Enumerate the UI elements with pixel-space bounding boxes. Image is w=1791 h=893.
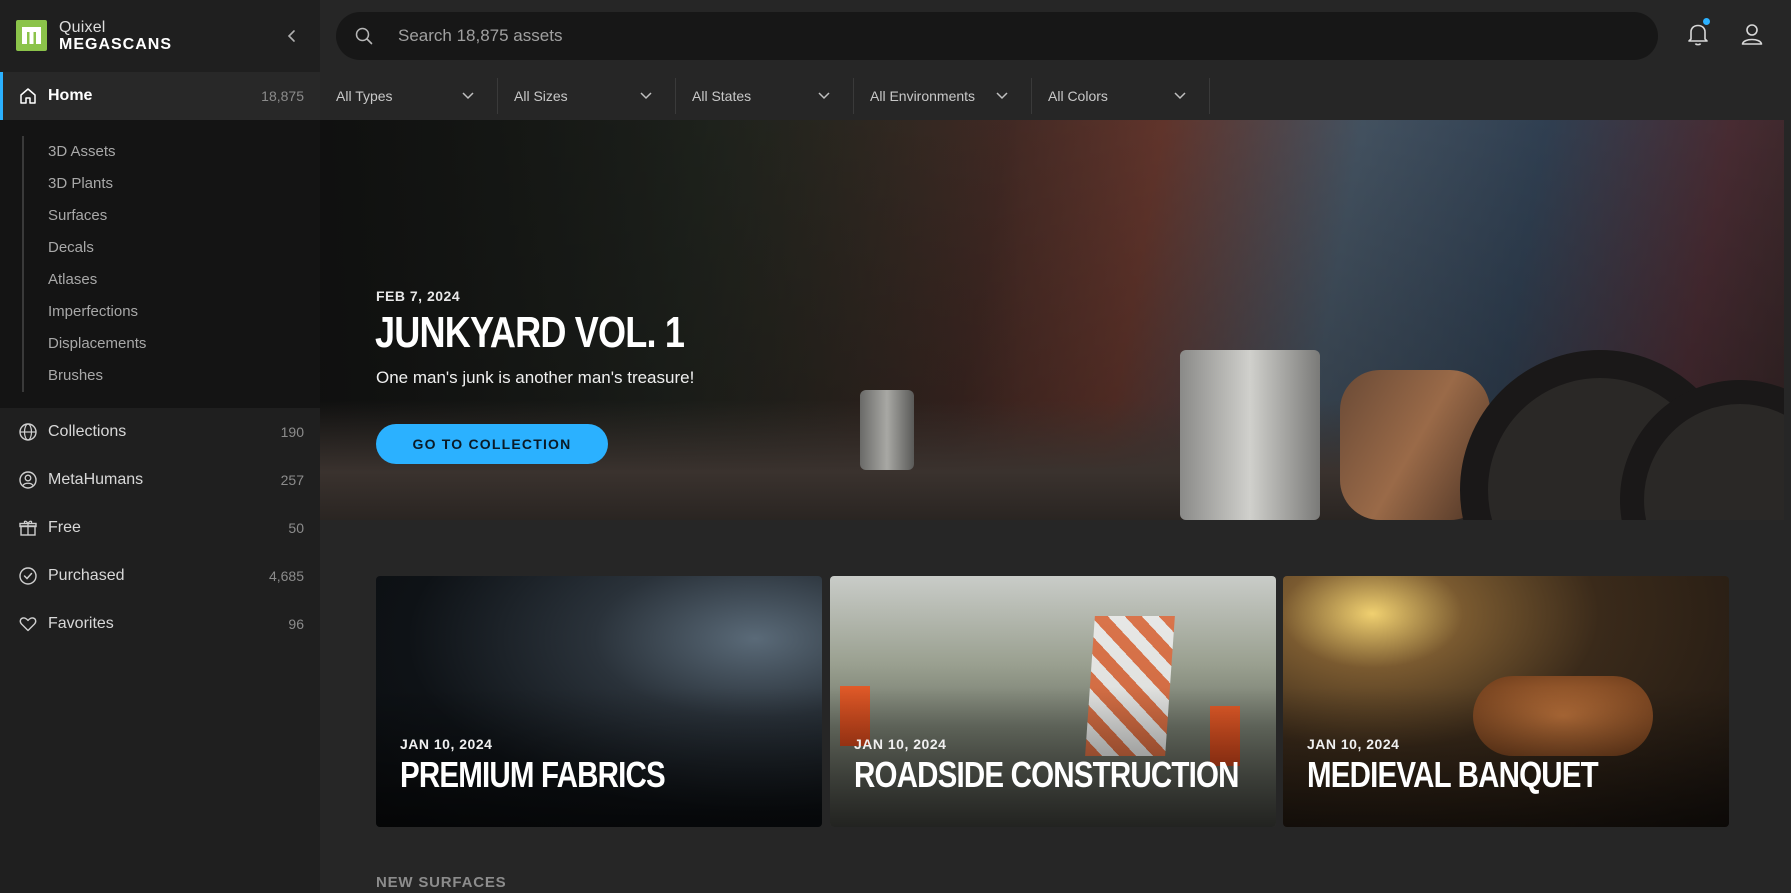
sidebar-item-label: MetaHumans (48, 471, 144, 488)
subcategory-displacements[interactable]: Displacements (48, 328, 146, 360)
card-title: MEDIEVAL BANQUET (1307, 754, 1599, 795)
sidebar: Quixel MEGASCANS Home 18,875 3D Assets 3… (0, 0, 320, 893)
filter-states-dropdown[interactable]: All States (676, 78, 854, 114)
subcategory-atlases[interactable]: Atlases (48, 264, 97, 296)
person-circle-icon (18, 470, 38, 490)
card-date: JAN 10, 2024 (400, 736, 493, 752)
subcategory-guide-line (22, 136, 24, 392)
filter-colors-dropdown[interactable]: All Colors (1032, 78, 1210, 114)
gift-icon (18, 518, 38, 538)
chevron-left-icon (287, 30, 295, 42)
sidebar-item-free[interactable]: Free 50 (0, 504, 320, 552)
home-subcategories: 3D Assets 3D Plants Surfaces Decals Atla… (0, 120, 320, 408)
collapse-sidebar-button[interactable] (280, 24, 304, 48)
sidebar-item-metahumans[interactable]: MetaHumans 257 (0, 456, 320, 504)
collection-card-premium-fabrics[interactable]: JAN 10, 2024 PREMIUM FABRICS (376, 576, 822, 827)
app-root: Quixel MEGASCANS Home 18,875 3D Assets 3… (0, 0, 1791, 893)
search-icon (354, 26, 374, 51)
card-date: JAN 10, 2024 (854, 736, 947, 752)
hero-title: JUNKYARD VOL. 1 (375, 308, 685, 357)
home-icon (18, 86, 38, 106)
megascans-logo-icon[interactable] (16, 20, 47, 51)
chevron-down-icon (640, 92, 652, 100)
check-circle-icon (18, 566, 38, 586)
subcategory-3d-assets[interactable]: 3D Assets (48, 136, 116, 168)
sidebar-item-purchased[interactable]: Purchased 4,685 (0, 552, 320, 600)
sidebar-item-label: Favorites (48, 615, 114, 632)
subcategory-brushes[interactable]: Brushes (48, 360, 103, 392)
barrel-decoration (1180, 350, 1320, 520)
filter-label: All Sizes (514, 88, 568, 104)
card-title: ROADSIDE CONSTRUCTION (854, 754, 1239, 795)
filter-label: All Environments (870, 88, 976, 104)
brand-line2: MEGASCANS (59, 36, 173, 53)
sidebar-item-count: 257 (280, 472, 304, 488)
collection-card-medieval-banquet[interactable]: JAN 10, 2024 MEDIEVAL BANQUET (1283, 576, 1729, 827)
logo-row: Quixel MEGASCANS (0, 0, 320, 76)
search-input[interactable] (398, 12, 1598, 60)
search-bar[interactable] (336, 12, 1658, 60)
filter-types-dropdown[interactable]: All Types (320, 78, 498, 114)
subcategory-decals[interactable]: Decals (48, 232, 94, 264)
section-title-new-surfaces: NEW SURFACES (376, 874, 507, 891)
sidebar-item-count: 190 (280, 424, 304, 440)
sidebar-item-count: 50 (288, 520, 304, 536)
sidebar-item-label: Purchased (48, 567, 125, 584)
collection-card-roadside-construction[interactable]: JAN 10, 2024 ROADSIDE CONSTRUCTION (830, 576, 1276, 827)
notification-badge (1703, 18, 1710, 25)
sidebar-item-count: 18,875 (261, 88, 304, 104)
sidebar-item-label: Collections (48, 423, 127, 440)
hero-date: FEB 7, 2024 (376, 288, 461, 304)
sidebar-item-count: 96 (288, 616, 304, 632)
filter-label: All States (692, 88, 752, 104)
subcategory-imperfections[interactable]: Imperfections (48, 296, 138, 328)
user-icon (1741, 24, 1763, 45)
barrel-decoration (860, 390, 914, 470)
heart-icon (18, 614, 38, 634)
chevron-down-icon (818, 92, 830, 100)
chevron-down-icon (1174, 92, 1186, 100)
sidebar-item-label: Free (48, 519, 81, 536)
go-to-collection-button[interactable]: GO TO COLLECTION (376, 424, 608, 464)
card-title: PREMIUM FABRICS (400, 754, 666, 795)
chevron-down-icon (462, 92, 474, 100)
sidebar-item-count: 4,685 (268, 568, 304, 584)
chevron-down-icon (996, 92, 1008, 100)
brand-wordmark[interactable]: Quixel MEGASCANS (59, 19, 173, 54)
user-account-button[interactable] (1738, 20, 1766, 48)
card-date: JAN 10, 2024 (1307, 736, 1400, 752)
brand-line1: Quixel (59, 19, 106, 36)
sidebar-item-favorites[interactable]: Favorites 96 (0, 600, 320, 648)
sidebar-item-label: Home (48, 87, 93, 104)
filter-label: All Types (336, 88, 393, 104)
subcategory-surfaces[interactable]: Surfaces (48, 200, 107, 232)
subcategory-3d-plants[interactable]: 3D Plants (48, 168, 113, 200)
filter-label: All Colors (1048, 88, 1108, 104)
globe-icon (18, 422, 38, 442)
filter-environments-dropdown[interactable]: All Environments (854, 78, 1032, 114)
sidebar-item-collections[interactable]: Collections 190 (0, 408, 320, 456)
filter-sizes-dropdown[interactable]: All Sizes (498, 78, 676, 114)
hero-subtitle: One man's junk is another man's treasure… (376, 368, 695, 387)
sidebar-item-home[interactable]: Home 18,875 (0, 72, 320, 120)
